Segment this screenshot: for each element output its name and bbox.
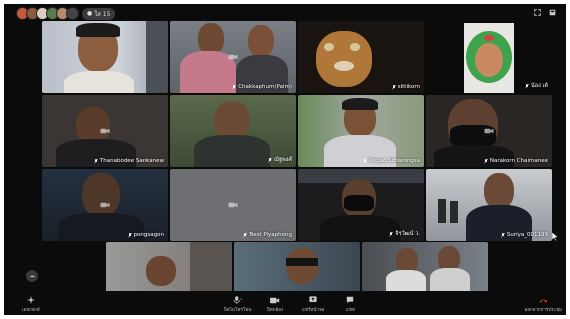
participant-label: Petpat Sittiwongsa xyxy=(362,158,420,164)
control-bar: เอฟเฟกต์ ปิดไมโครโฟน ปิดกล้อง แชร์หน้าจอ… xyxy=(4,291,566,315)
participant-label: Thanabodee Sankanew xyxy=(93,158,164,164)
mic-off-icon xyxy=(483,158,488,164)
video-tile[interactable] xyxy=(106,242,232,292)
chat-bubble-button[interactable] xyxy=(26,270,38,282)
chat-button[interactable]: แชท xyxy=(346,296,355,313)
participant-label: Best Piyaphong xyxy=(243,232,292,238)
participant-name: Petpat Sittiwongsa xyxy=(368,158,420,164)
participant-name: น้อง เต้ xyxy=(531,83,548,89)
video-tile[interactable] xyxy=(42,21,168,93)
participant-label: pongsagon xyxy=(127,232,164,238)
microphone-icon xyxy=(234,296,243,304)
video-tile[interactable]: น้อง เต้ xyxy=(426,21,552,93)
participant-label: น้อง เต้ xyxy=(525,82,548,90)
mic-label: ปิดไมโครโฟน xyxy=(224,308,252,313)
chat-label: แชท xyxy=(346,308,355,313)
avatar xyxy=(66,7,79,20)
participant-count: ใส 15 xyxy=(94,10,111,18)
participant-label: ณัฐพงศ์ xyxy=(268,156,292,164)
camera-icon xyxy=(228,202,238,208)
video-tile[interactable]: Petpat Sittiwongsa xyxy=(298,95,424,167)
participant-count-badge[interactable]: ● ใส 15 xyxy=(82,7,116,20)
participant-name: จิรวัฒน์ ว. xyxy=(395,231,420,237)
video-tile[interactable]: ณัฐพงศ์ xyxy=(170,95,296,167)
participant-label: Suriya_001199 xyxy=(500,232,548,238)
participant-video xyxy=(298,95,424,167)
participant-video xyxy=(106,242,232,292)
mic-toggle-button[interactable]: ปิดไมโครโฟน xyxy=(224,296,252,313)
mic-off-icon xyxy=(391,84,396,90)
participant-name: sittikorn xyxy=(397,84,420,90)
camera-toggle-button[interactable]: ปิดกล้อง xyxy=(267,297,283,313)
mic-off-icon xyxy=(268,157,273,163)
layout-icon[interactable] xyxy=(549,9,556,16)
leave-label: ออกจากการประชุม xyxy=(524,308,562,313)
hang-up-icon xyxy=(539,299,548,303)
video-tile[interactable]: Thanabodee Sankanew xyxy=(42,95,168,167)
mic-off-icon xyxy=(362,158,367,164)
video-tile[interactable]: sittikorn xyxy=(298,21,424,93)
share-screen-icon xyxy=(309,296,317,302)
camera-icon xyxy=(228,54,238,60)
participant-name: Thanabodee Sankanew xyxy=(99,158,164,164)
video-camera-icon xyxy=(270,297,280,304)
mic-off-icon xyxy=(525,83,530,89)
share-screen-button[interactable]: แชร์หน้าจอ xyxy=(302,296,324,313)
participant-name: Best Piyaphong xyxy=(249,232,292,238)
participant-label: Chakkaphum(Palm) xyxy=(232,84,292,90)
participant-name: Chakkaphum(Palm) xyxy=(238,84,292,90)
participant-video xyxy=(362,242,488,292)
camera-icon xyxy=(100,202,110,208)
chat-icon xyxy=(347,296,354,304)
mic-off-icon xyxy=(389,231,394,237)
video-tile[interactable]: จิรวัฒน์ ว. xyxy=(298,169,424,241)
participant-label: sittikorn xyxy=(391,84,420,90)
mic-off-icon xyxy=(232,84,237,90)
mouse-cursor-icon xyxy=(552,232,558,241)
participant-video xyxy=(42,21,168,93)
participant-name: pongsagon xyxy=(133,232,164,238)
participant-name: Suriya_001199 xyxy=(506,232,548,238)
mic-off-icon xyxy=(127,232,132,238)
video-tile[interactable]: Best Piyaphong xyxy=(170,169,296,241)
participant-name: ณัฐพงศ์ xyxy=(274,157,292,163)
participant-video xyxy=(298,21,424,93)
participant-label: จิรวัฒน์ ว. xyxy=(389,230,420,238)
mic-off-icon xyxy=(500,232,505,238)
chat-icon xyxy=(29,275,35,277)
mic-off-icon xyxy=(93,158,98,164)
mic-off-icon xyxy=(243,232,248,238)
video-tile[interactable]: Suriya_001199 xyxy=(426,169,552,241)
participant-video xyxy=(426,169,552,241)
fullscreen-icon[interactable] xyxy=(534,9,541,16)
video-tile[interactable] xyxy=(234,242,360,292)
participant-name: Narakorn Chaimanee xyxy=(489,158,548,164)
camera-icon xyxy=(100,128,110,134)
video-tile[interactable]: Narakorn Chaimanee xyxy=(426,95,552,167)
camera-label: ปิดกล้อง xyxy=(267,308,284,313)
camera-icon xyxy=(484,128,494,134)
top-right-controls xyxy=(534,9,556,16)
video-tile[interactable]: Chakkaphum(Palm) xyxy=(170,21,296,93)
video-tile[interactable]: pongsagon xyxy=(42,169,168,241)
people-icon: ● xyxy=(87,10,93,17)
share-label: แชร์หน้าจอ xyxy=(302,308,325,313)
meeting-window: ● ใส 15 Chakkaphum(Palm) sittikorn น้อง … xyxy=(4,4,566,315)
effects-label: เอฟเฟกต์ xyxy=(22,308,40,313)
participant-avatars[interactable]: ● ใส 15 xyxy=(16,7,116,20)
leave-meeting-button[interactable]: ออกจากการประชุม xyxy=(525,297,562,313)
participant-label: Narakorn Chaimanee xyxy=(483,158,548,164)
participant-video xyxy=(234,242,360,292)
effects-button[interactable]: เอฟเฟกต์ xyxy=(22,296,40,313)
video-tile[interactable] xyxy=(362,242,488,292)
sparkle-icon xyxy=(26,296,35,304)
